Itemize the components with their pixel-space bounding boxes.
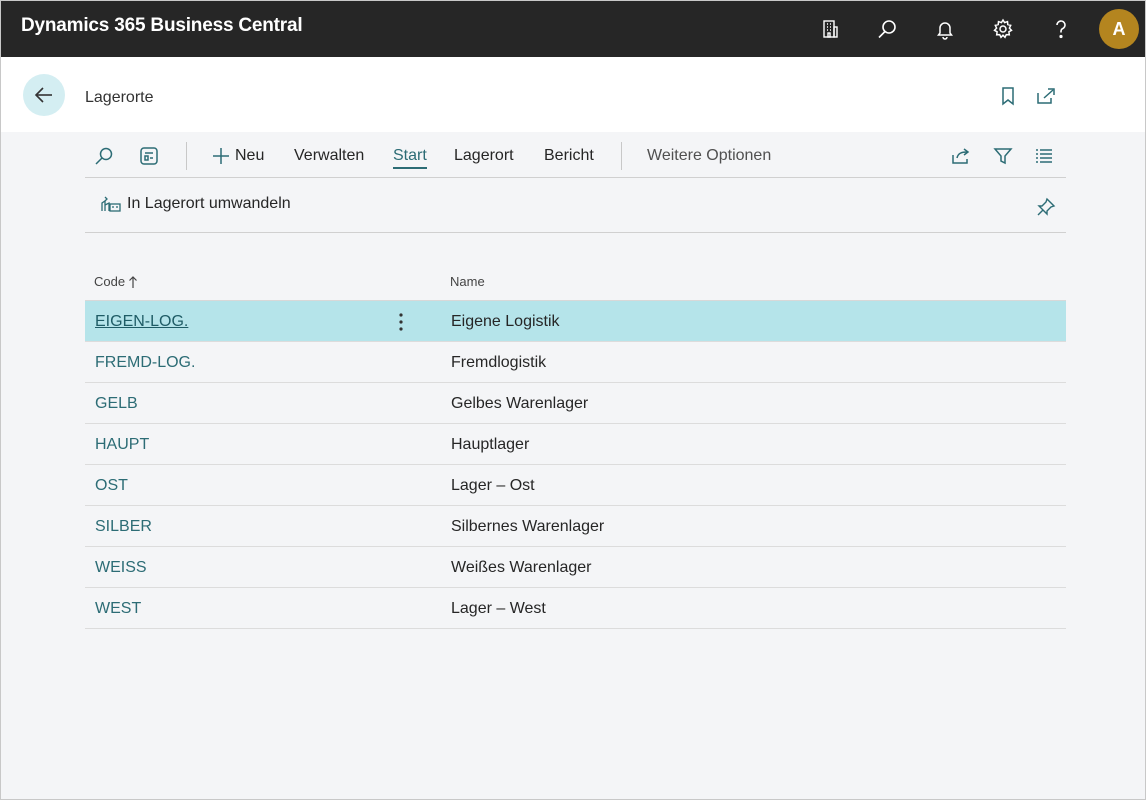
search-list-icon[interactable] bbox=[92, 144, 116, 168]
cell-code[interactable]: WEST bbox=[95, 600, 141, 618]
arrow-left-icon bbox=[34, 87, 52, 103]
open-in-new-window-icon[interactable] bbox=[1035, 85, 1057, 107]
action-bar: Neu Verwalten Start Lagerort Bericht Wei… bbox=[85, 134, 1066, 178]
share-icon[interactable] bbox=[949, 144, 973, 168]
table-row[interactable]: OST Lager – Ost bbox=[85, 465, 1066, 506]
cell-name: Lager – Ost bbox=[451, 477, 535, 494]
cell-code[interactable]: FREMD-LOG. bbox=[95, 354, 195, 372]
cell-code[interactable]: OST bbox=[95, 477, 128, 495]
top-bar: Dynamics 365 Business Central A bbox=[1, 1, 1145, 57]
list-view-icon[interactable] bbox=[1032, 144, 1056, 168]
tab-start[interactable]: Start bbox=[393, 147, 427, 169]
avatar[interactable]: A bbox=[1099, 9, 1139, 49]
column-header-name[interactable]: Name bbox=[450, 274, 485, 289]
table-row[interactable]: FREMD-LOG. Fremdlogistik bbox=[85, 342, 1066, 383]
cell-code[interactable]: HAUPT bbox=[95, 436, 149, 454]
table-row[interactable]: WEST Lager – West bbox=[85, 588, 1066, 629]
edit-list-icon[interactable] bbox=[137, 144, 161, 168]
gear-icon[interactable] bbox=[988, 14, 1018, 44]
tab-bericht[interactable]: Bericht bbox=[544, 147, 594, 165]
row-actions-icon[interactable] bbox=[391, 310, 411, 334]
cell-code[interactable]: EIGEN-LOG. bbox=[95, 313, 188, 331]
page-header: Lagerorte bbox=[1, 57, 1145, 132]
cell-name: Fremdlogistik bbox=[451, 354, 547, 371]
tab-verwalten[interactable]: Verwalten bbox=[294, 147, 364, 165]
sort-ascending-icon bbox=[129, 275, 138, 288]
table-row[interactable]: HAUPT Hauptlager bbox=[85, 424, 1066, 465]
cell-name: Silbernes Warenlager bbox=[451, 518, 605, 535]
new-button[interactable]: Neu bbox=[211, 146, 264, 166]
building-icon[interactable] bbox=[815, 14, 845, 44]
filter-icon[interactable] bbox=[991, 144, 1015, 168]
cell-name: Hauptlager bbox=[451, 436, 530, 453]
cell-code[interactable]: SILBER bbox=[95, 518, 152, 536]
convert-to-location-label: In Lagerort umwandeln bbox=[127, 195, 291, 212]
new-button-label: Neu bbox=[235, 147, 265, 164]
cell-name: Gelbes Warenlager bbox=[451, 395, 589, 412]
help-icon[interactable] bbox=[1046, 14, 1076, 44]
column-header-code-label: Code bbox=[94, 274, 126, 289]
plus-icon bbox=[213, 148, 229, 164]
column-header-code[interactable]: Code bbox=[94, 274, 138, 289]
warehouse-icon bbox=[101, 196, 121, 212]
cell-code[interactable]: WEISS bbox=[95, 559, 147, 577]
more-options-button[interactable]: Weitere Optionen bbox=[647, 147, 771, 165]
back-button[interactable] bbox=[23, 74, 65, 116]
table-row[interactable]: WEISS Weißes Warenlager bbox=[85, 547, 1066, 588]
cell-name: Weißes Warenlager bbox=[451, 559, 592, 576]
tab-lagerort[interactable]: Lagerort bbox=[454, 147, 514, 165]
convert-to-location-button[interactable]: In Lagerort umwandeln bbox=[101, 195, 291, 213]
cell-name: Eigene Logistik bbox=[451, 313, 560, 330]
table-row[interactable]: SILBER Silbernes Warenlager bbox=[85, 506, 1066, 547]
table-header: Code Name bbox=[85, 265, 1066, 301]
table-row[interactable]: GELB Gelbes Warenlager bbox=[85, 383, 1066, 424]
bell-icon[interactable] bbox=[930, 14, 960, 44]
promoted-actions-bar: In Lagerort umwandeln bbox=[85, 179, 1066, 233]
cell-code[interactable]: GELB bbox=[95, 395, 138, 413]
table-row[interactable]: EIGEN-LOG. Eigene Logistik bbox=[85, 301, 1066, 342]
bookmark-icon[interactable] bbox=[997, 85, 1019, 107]
search-icon[interactable] bbox=[872, 14, 902, 44]
cell-name: Lager – West bbox=[451, 600, 546, 617]
app-title[interactable]: Dynamics 365 Business Central bbox=[21, 15, 303, 37]
page-title: Lagerorte bbox=[85, 89, 154, 106]
pin-icon[interactable] bbox=[1035, 196, 1057, 218]
divider bbox=[621, 142, 622, 170]
divider bbox=[186, 142, 187, 170]
locations-table: Code Name EIGEN-LOG. Eigene Logistik FRE… bbox=[85, 265, 1066, 629]
